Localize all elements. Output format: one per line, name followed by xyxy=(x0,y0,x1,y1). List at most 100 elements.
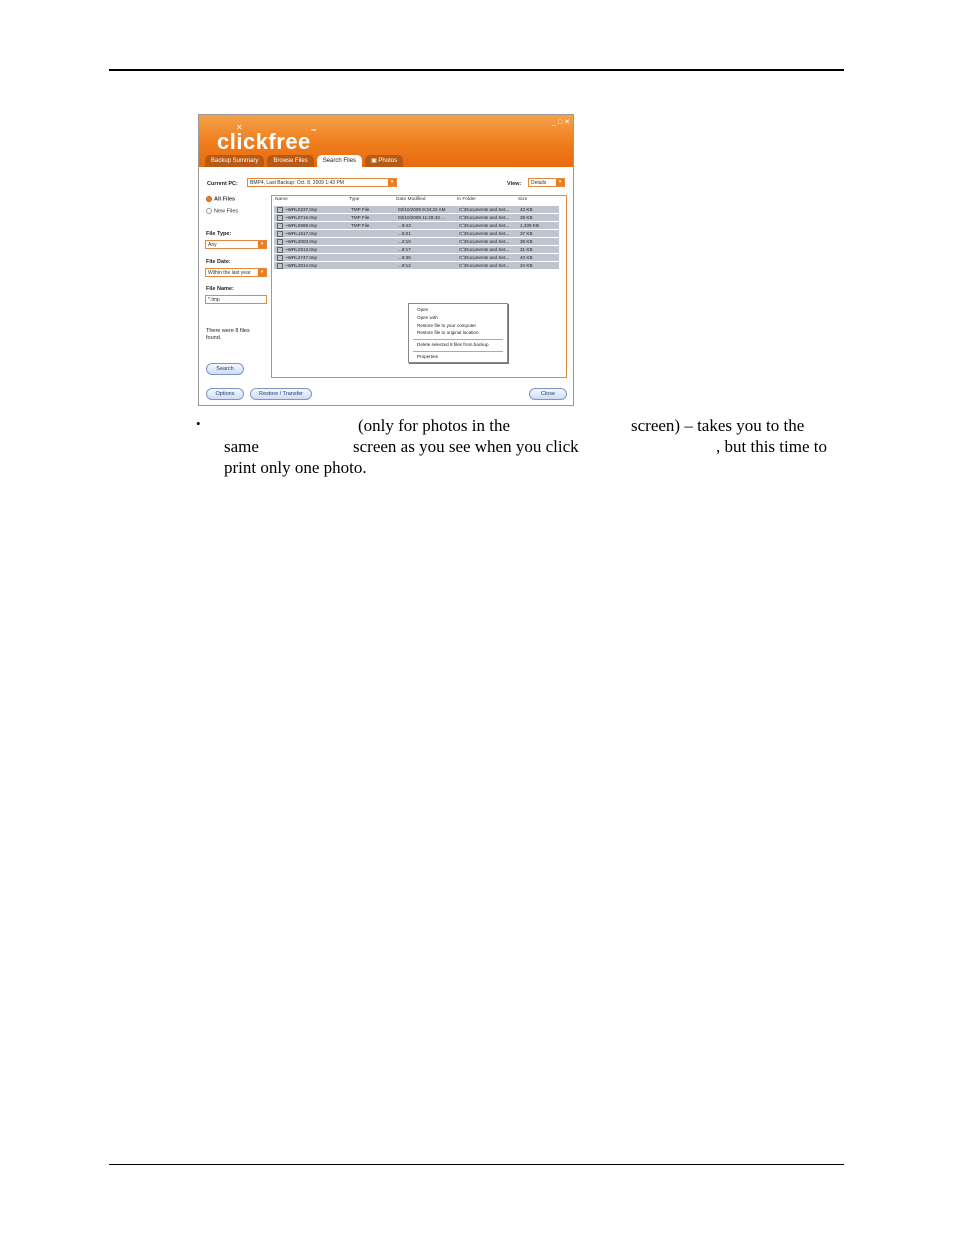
window-controls[interactable]: _ □ ✕ xyxy=(552,118,570,126)
tab-browse-files[interactable]: Browse Files xyxy=(267,155,314,167)
table-cell-name: ~WRL0999.tmp xyxy=(277,222,317,229)
cell-text: ~WRL0999.tmp xyxy=(285,223,318,228)
menu-item-properties[interactable]: Properties xyxy=(417,354,438,359)
table-row[interactable]: ~WRL0999.tmp TMP File ...9:43 C:\Documents … xyxy=(274,222,559,229)
file-name-input[interactable]: *.tmp xyxy=(205,295,267,304)
table-row[interactable]: ~WRL2003.tmp ...2:10 C:\Documents and Set.… xyxy=(274,238,559,245)
table-cell-folder: C:\Documents and Set... xyxy=(459,222,509,229)
cell-text: C:\Documents and Set... xyxy=(459,215,510,220)
file-type-select[interactable]: Any ▾ xyxy=(205,240,267,249)
tab-photos-label: Photos xyxy=(378,158,398,164)
tab-search-files[interactable]: Search Files xyxy=(316,155,363,167)
file-name-label: File Name: xyxy=(206,286,234,292)
radio-new-files[interactable]: New Files xyxy=(206,208,238,214)
context-menu: Open Open with Restore file to your comp… xyxy=(408,303,508,363)
current-pc-label: Current PC: xyxy=(207,181,238,187)
app-header: ✕ clickfree™ _ □ ✕ Backup Summary Browse… xyxy=(199,115,573,167)
table-cell-date: ...8:35 xyxy=(398,254,411,261)
cell-text: ~WRL2747.tmp xyxy=(285,255,318,260)
cell-text: ~WRL0237.tmp xyxy=(285,207,318,212)
radio-all-label: All Files xyxy=(214,196,236,203)
radio-all-files[interactable]: All Files xyxy=(206,196,235,202)
search-button[interactable]: Search xyxy=(206,363,244,375)
cell-text: TMP File xyxy=(351,215,370,220)
table-cell-size: 38 KB xyxy=(520,238,533,245)
tab-backup-summary[interactable]: Backup Summary xyxy=(205,155,265,167)
table-row[interactable]: ~WRL2513.tmp ...8:17 C:\Documents and Set.… xyxy=(274,246,559,253)
cell-text: 38 KB xyxy=(520,239,533,244)
table-row[interactable]: ~WRL2747.tmp ...8:35 C:\Documents and Set.… xyxy=(274,254,559,261)
file-date-select[interactable]: Within the last year ▾ xyxy=(205,268,267,277)
current-pc-value: BMP4, Last Backup: Oct. 8, 2009 1:43 PM xyxy=(250,180,344,186)
bullet: • xyxy=(196,416,201,431)
table-cell-date: ...5:01 xyxy=(398,230,411,237)
current-pc-select[interactable]: BMP4, Last Backup: Oct. 8, 2009 1:43 PM … xyxy=(247,178,397,187)
results-count: There were 8 files found. xyxy=(206,328,250,341)
text-line2-b: screen as you see when you click xyxy=(353,437,579,456)
table-cell-size: 42 KB xyxy=(520,206,533,213)
table-cell-folder: C:\Documents and Set... xyxy=(459,238,509,245)
restore-transfer-button[interactable]: Restore / Transfer xyxy=(250,388,312,400)
menu-item-open[interactable]: Open xyxy=(417,307,428,312)
app-screenshot: ✕ clickfree™ _ □ ✕ Backup Summary Browse… xyxy=(198,114,574,406)
col-name[interactable]: Name xyxy=(275,197,288,202)
table-row[interactable]: ~WRL1517.tmp ...5:01 C:\Documents and Set.… xyxy=(274,230,559,237)
cell-text: ...9:12 xyxy=(398,263,411,268)
chevron-down-icon: ▾ xyxy=(258,269,266,276)
cell-text: ...8:17 xyxy=(398,247,411,252)
cell-text: TMP File xyxy=(351,207,370,212)
table-cell-size: 1,339 KB xyxy=(520,222,539,229)
file-icon xyxy=(277,222,283,229)
radio-new-label: New Files xyxy=(214,208,239,215)
table-cell-date: ...8:17 xyxy=(398,246,411,253)
table-cell-date: ...9:43 xyxy=(398,222,411,229)
table-row[interactable]: ~WRL3014.tmp ...9:12 C:\Documents and Set.… xyxy=(274,262,559,269)
table-cell-name: ~WRL0716.tmp xyxy=(277,214,317,221)
cell-text: ...5:01 xyxy=(398,231,411,236)
col-folder[interactable]: In Folder xyxy=(457,197,476,202)
table-cell-date: ...2:10 xyxy=(398,238,411,245)
close-button[interactable]: Close xyxy=(529,388,567,400)
table-cell-size: 34 KB xyxy=(520,262,533,269)
tab-photos[interactable]: ▣ Photos xyxy=(365,155,404,167)
tab-bar: Backup Summary Browse Files Search Files… xyxy=(205,155,404,167)
file-date-value: Within the last year xyxy=(208,270,251,276)
radio-dot xyxy=(206,196,212,202)
table-row[interactable]: ~WRL0237.tmp TMP File 03/10/2009 9:34:22 A… xyxy=(274,206,559,213)
cell-text: 03/10/2009 11:29:43 ... xyxy=(398,215,445,220)
text-line1-b: screen) – takes you to the xyxy=(631,416,805,435)
file-type-label: File Type: xyxy=(206,231,232,237)
cell-text: ~WRL1517.tmp xyxy=(285,231,318,236)
cell-text: ...9:43 xyxy=(398,223,411,228)
menu-item-restore-original[interactable]: Restore file to original location xyxy=(417,330,479,335)
col-date[interactable]: Date Modified xyxy=(396,197,426,202)
file-icon xyxy=(277,206,283,213)
table-cell-size: 39 KB xyxy=(520,214,533,221)
table-cell-date: 03/10/2009 11:29:43 ... xyxy=(398,214,445,221)
col-size[interactable]: Size xyxy=(518,197,527,202)
cell-text: C:\Documents and Set... xyxy=(459,263,510,268)
cell-text: 03/10/2009 9:34:22 AM xyxy=(398,207,446,212)
table-cell-type: TMP File xyxy=(351,214,369,221)
col-type[interactable]: Type xyxy=(349,197,359,202)
menu-item-delete[interactable]: Delete selected 8 files from backup xyxy=(417,342,489,347)
table-cell-folder: C:\Documents and Set... xyxy=(459,214,509,221)
menu-separator xyxy=(413,351,503,352)
table-cell-size: 40 KB xyxy=(520,254,533,261)
table-cell-date: 03/10/2009 9:34:22 AM xyxy=(398,206,446,213)
cell-text: ~WRL2513.tmp xyxy=(285,247,318,252)
table-cell-name: ~WRL0237.tmp xyxy=(277,206,317,213)
chevron-down-icon: ▾ xyxy=(258,241,266,248)
view-select[interactable]: Details ▾ xyxy=(528,178,565,187)
table-row[interactable]: ~WRL0716.tmp TMP File 03/10/2009 11:29:43 … xyxy=(274,214,559,221)
cell-text: C:\Documents and Set... xyxy=(459,207,510,212)
file-icon xyxy=(277,230,283,237)
cell-text: ~WRL3014.tmp xyxy=(285,263,318,268)
cell-text: 31 KB xyxy=(520,247,533,252)
table-cell-type: TMP File xyxy=(351,222,369,229)
menu-item-restore-computer[interactable]: Restore file to your computer xyxy=(417,323,476,328)
menu-item-open-with[interactable]: Open with xyxy=(417,315,438,320)
text-line2-c: , but this time to xyxy=(716,437,827,456)
options-button[interactable]: Options xyxy=(206,388,244,400)
cell-text: 40 KB xyxy=(520,255,533,260)
